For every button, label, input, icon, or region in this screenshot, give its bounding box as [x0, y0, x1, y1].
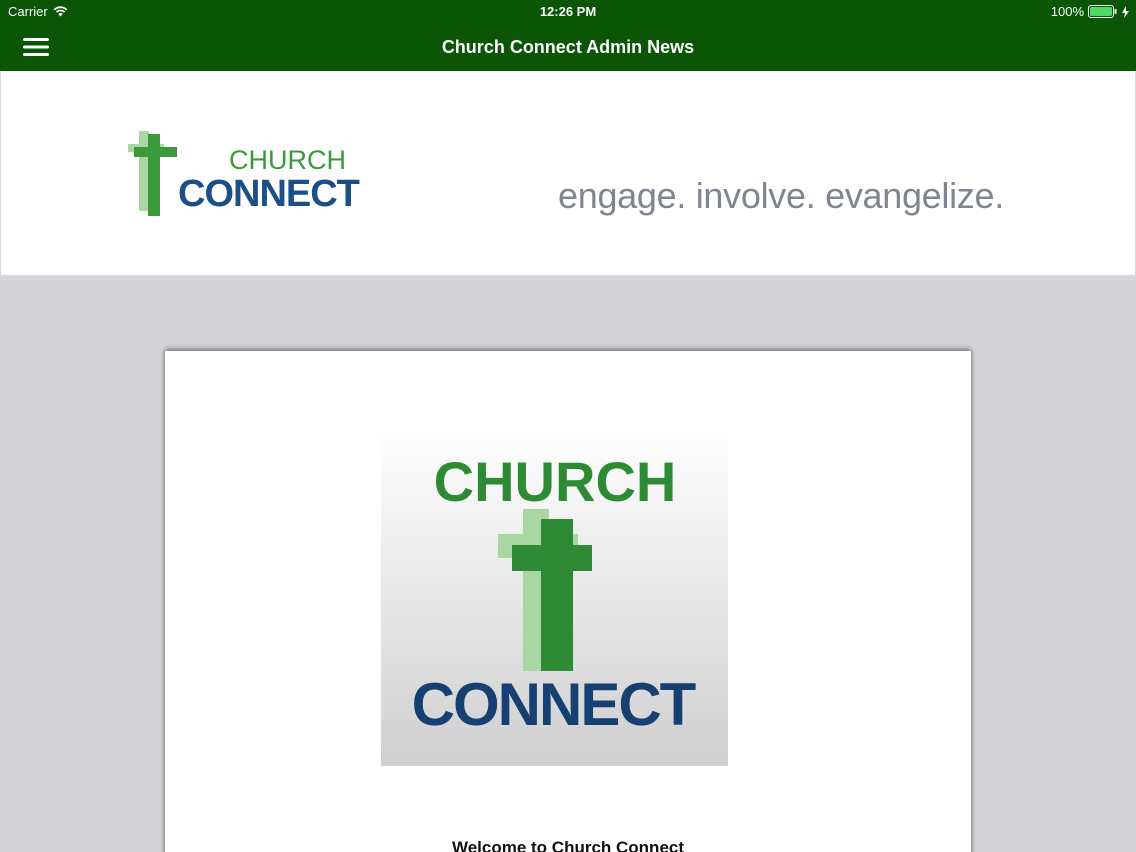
- battery-icon: [1088, 5, 1117, 18]
- church-connect-logo: CHURCH CONNECT: [128, 131, 361, 216]
- top-bar: Carrier 12:26 PM 100% Church Connect Adm…: [0, 0, 1136, 71]
- svg-text:CONNECT: CONNECT: [178, 173, 360, 215]
- news-card: CHURCH CONNECT Welcome to Church Connect: [165, 351, 971, 852]
- header-banner: CHURCH CONNECT engage. involve. evangeli…: [1, 71, 1135, 275]
- battery-percent: 100%: [1050, 4, 1084, 19]
- svg-text:CHURCH: CHURCH: [229, 145, 346, 175]
- app-screen: Carrier 12:26 PM 100% Church Connect Adm…: [0, 0, 1136, 852]
- svg-text:CONNECT: CONNECT: [412, 671, 696, 738]
- tagline: engage. involve. evangelize.: [558, 175, 1004, 216]
- page-title: Church Connect Admin News: [441, 37, 695, 57]
- welcome-heading: Welcome to Church Connect: [451, 838, 685, 852]
- church-connect-image: CHURCH CONNECT: [381, 427, 728, 766]
- status-time: 12:26 PM: [539, 4, 597, 19]
- battery-indicator: 100%: [1051, 4, 1129, 19]
- navigation-bar: Church Connect Admin News: [0, 24, 1136, 71]
- charging-bolt-icon: [1122, 5, 1129, 18]
- svg-text:CHURCH: CHURCH: [434, 450, 677, 513]
- status-bar: Carrier 12:26 PM 100%: [0, 0, 1136, 22]
